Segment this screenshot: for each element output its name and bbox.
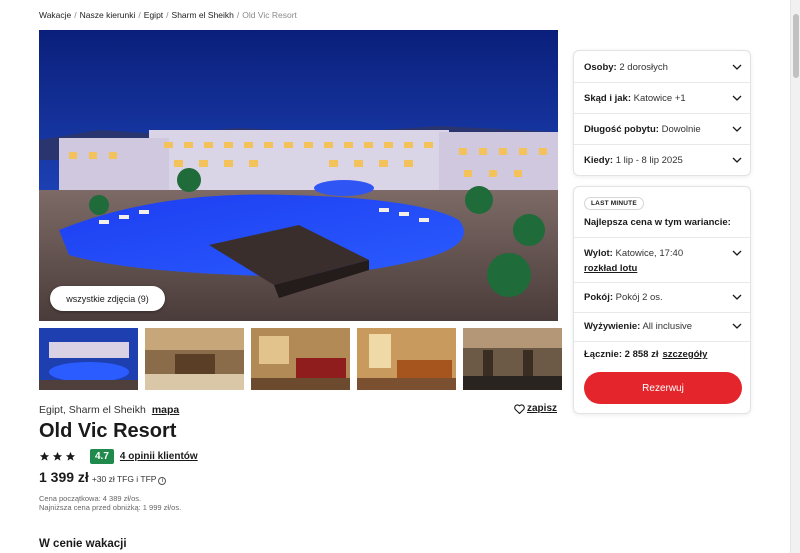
chevron-down-icon [732,64,742,70]
thumbnail-lobby[interactable] [145,328,244,390]
breadcrumb: Wakacje / Nasze kierunki / Egipt / Sharm el Sh… [39,10,297,20]
chevron-down-icon [732,250,742,256]
thumbnail-hall-image [463,328,562,390]
thumbnail-pool[interactable] [39,328,138,390]
chevron-down-icon [732,126,742,132]
hotel-location: Egipt, Sharm el Sheikh mapa [39,404,179,416]
breadcrumb-item-egipt[interactable]: Egipt [144,10,163,20]
chevron-down-icon [732,95,742,101]
dates-dropdown[interactable]: Kiedy: 1 lip - 8 lip 2025 [584,152,742,168]
save-button[interactable]: zapisz [514,403,557,414]
total-price-row: Łącznie: 2 858 zł szczegóły [584,349,708,360]
thumbnail-pool-image [39,328,138,390]
all-photos-button[interactable]: wszystkie zdjęcia (9) [50,286,165,311]
price-extra-fees: +30 zł TFG i TFP [91,474,157,484]
reviews-link[interactable]: 4 opinii klientów [120,451,198,462]
thumbnail-room-1[interactable] [251,328,350,390]
breadcrumb-item-nasze-kierunki[interactable]: Nasze kierunki [80,10,136,20]
info-icon[interactable]: i [158,477,167,485]
thumbnail-lobby-image [145,328,244,390]
room-dropdown[interactable]: Pokój: Pokój 2 os. [584,289,742,305]
chevron-down-icon [732,323,742,329]
chevron-down-icon [732,157,742,163]
included-section-heading: W cenie wakacji [39,538,127,550]
save-label: zapisz [527,403,558,414]
offer-card: LAST MINUTE Najlepsza cena w tym warianc… [573,186,751,414]
star-icon [65,451,76,461]
location-text: Egipt, Sharm el Sheikh [39,404,146,416]
flight-schedule-link[interactable]: rozkład lotu [584,263,637,274]
breadcrumb-item-sharm[interactable]: Sharm el Sheikh [172,10,234,20]
total-price: 2 858 zł [624,349,659,360]
score-badge: 4.7 [90,448,114,464]
duration-dropdown[interactable]: Długość pobytu: Dowolnie [584,121,742,137]
hotel-main-photo[interactable] [39,30,558,321]
last-minute-badge: LAST MINUTE [584,197,644,210]
page-scrollbar[interactable] [790,0,800,553]
scrollbar-thumb[interactable] [793,14,799,78]
price-row: 1 399 zł +30 zł TFG i TFP i [39,469,167,485]
travelers-dropdown[interactable]: Osoby: 2 dorosłych [584,59,742,75]
thumbnail-hall[interactable] [463,328,562,390]
thumbnail-room-2-image [357,328,456,390]
board-dropdown[interactable]: Wyżywienie: All inclusive [584,318,742,334]
thumbnail-room-1-image [251,328,350,390]
departure-dropdown[interactable]: Skąd i jak: Katowice +1 [584,90,742,106]
best-price-label: Najlepsza cena w tym wariancie: [584,217,731,228]
chevron-down-icon [732,294,742,300]
hotel-name: Old Vic Resort [39,420,177,442]
star-icon [39,451,50,461]
lowest-price-note: Najniższa cena przed obniżką: 1 999 zł/o… [39,503,182,512]
price-per-person: 1 399 zł [39,469,89,485]
breadcrumb-item-wakacje[interactable]: Wakacje [39,10,71,20]
photo-thumbnails [39,328,562,390]
rating-row: 4.7 4 opinii klientów [39,448,198,464]
search-params-card: Osoby: 2 dorosłych Skąd i jak: Katowice … [573,50,751,176]
initial-price-note: Cena początkowa: 4 389 zł/os. [39,494,142,503]
thumbnail-room-2[interactable] [357,328,456,390]
hotel-stars [39,451,76,462]
price-details-link[interactable]: szczegóły [662,349,707,360]
book-button[interactable]: Rezerwuj [584,372,742,404]
flight-dropdown[interactable]: Wylot: Katowice, 17:40 [584,245,742,261]
star-icon [52,451,63,461]
heart-icon [514,403,525,414]
resort-night-photo [39,30,558,321]
breadcrumb-item-current: Old Vic Resort [242,10,297,20]
map-link[interactable]: mapa [152,404,179,416]
